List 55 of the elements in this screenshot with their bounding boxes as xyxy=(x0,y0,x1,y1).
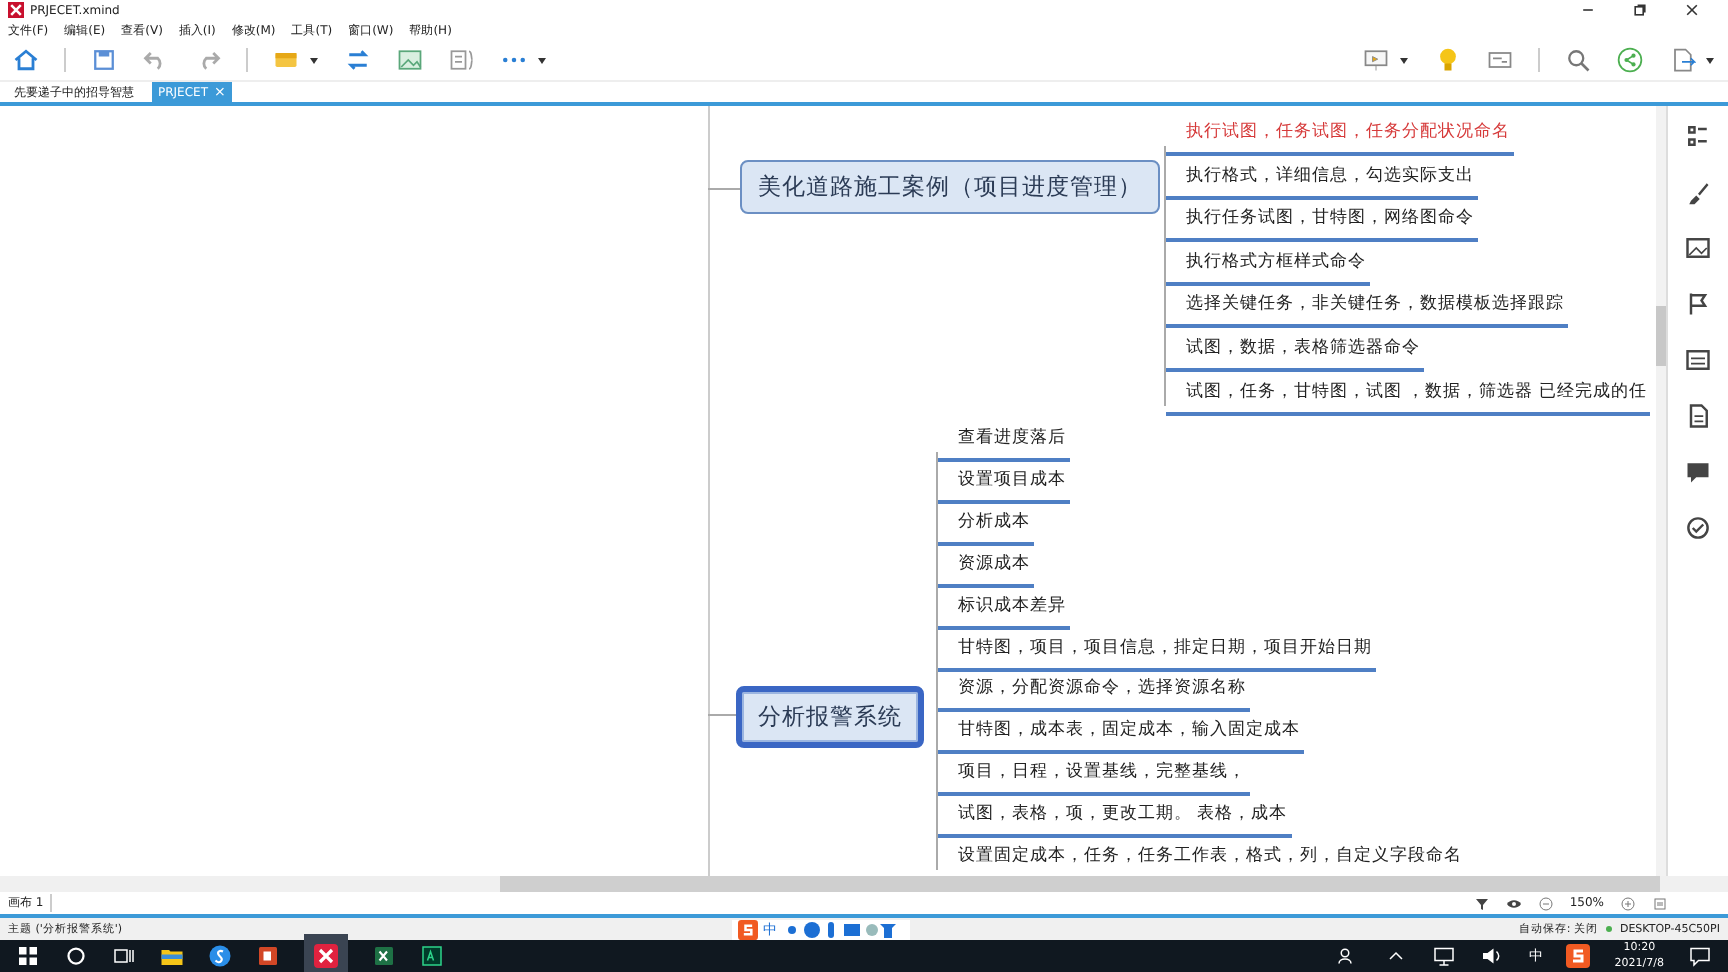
browser-icon[interactable] xyxy=(208,944,232,968)
task-icon[interactable] xyxy=(1684,514,1712,542)
restore-icon[interactable] xyxy=(1632,2,1648,18)
subtopic[interactable]: 试图，任务，甘特图，试图 ，数据，筛选器 已经完成的任 xyxy=(1166,377,1651,416)
eye-icon[interactable] xyxy=(1505,895,1522,911)
flag-icon[interactable] xyxy=(1684,290,1712,318)
spreadsheet-app-icon[interactable] xyxy=(372,944,396,968)
subtopic[interactable]: 甘特图，成本表，固定成本，输入固定成本 xyxy=(938,716,1304,755)
dropdown-caret-icon[interactable] xyxy=(1704,54,1716,66)
subtopic[interactable]: 执行任务试图，甘特图，网络图命令 xyxy=(1166,204,1478,243)
brush-icon[interactable] xyxy=(1684,178,1712,206)
scrollbar-thumb[interactable] xyxy=(1656,306,1666,366)
close-icon[interactable] xyxy=(1684,2,1700,18)
summary-icon[interactable] xyxy=(448,46,476,74)
topic-node[interactable]: 分析报警系统 xyxy=(736,686,924,748)
subtopic[interactable]: 执行试图，任务试图，任务分配状况命名 xyxy=(1166,118,1514,156)
subtopic[interactable]: 分析成本 xyxy=(938,507,1034,546)
subtopic[interactable]: 查看进度落后 xyxy=(938,424,1070,462)
document-icon[interactable] xyxy=(1684,402,1712,430)
list-icon[interactable] xyxy=(1684,122,1712,150)
folder-icon[interactable] xyxy=(160,944,184,968)
subtopic[interactable]: 执行格式，详细信息，勾选实际支出 xyxy=(1166,161,1478,200)
subtopic[interactable]: 项目，日程，设置基线，完整基线， xyxy=(938,758,1250,797)
share-icon[interactable] xyxy=(1616,46,1644,74)
notification-icon[interactable] xyxy=(1688,944,1712,968)
dropdown-caret-icon[interactable] xyxy=(1398,54,1410,66)
dropdown-caret-icon[interactable] xyxy=(308,54,320,66)
zoom-in-icon[interactable] xyxy=(1620,895,1636,911)
subtopic[interactable]: 试图，数据，表格筛选器命令 xyxy=(1166,334,1424,372)
search-icon[interactable] xyxy=(64,944,88,968)
windows-start-icon[interactable] xyxy=(16,944,40,968)
speaker-icon[interactable] xyxy=(1480,944,1505,968)
subtopic[interactable]: 标识成本差异 xyxy=(938,591,1070,630)
topic-node[interactable]: 美化道路施工案例（项目进度管理） xyxy=(740,160,1160,214)
zoom-out-icon[interactable] xyxy=(1537,895,1554,911)
subtopic[interactable]: 试图，表格，项，更改工期。 表格，成本 xyxy=(938,800,1292,839)
export-icon[interactable] xyxy=(1668,46,1696,74)
subtopic[interactable]: 资源成本 xyxy=(938,549,1034,588)
image-icon[interactable] xyxy=(1684,234,1712,262)
subtopic[interactable]: 甘特图，项目，项目信息，排定日期，项目开始日期 xyxy=(938,633,1376,671)
subtopic[interactable]: 资源，分配资源命令，选择资源名称 xyxy=(938,674,1250,713)
relationship-icon[interactable] xyxy=(344,46,372,74)
mind-map-app-icon[interactable] xyxy=(304,934,348,972)
subtopic[interactable]: 执行格式方框样式命令 xyxy=(1166,247,1370,286)
task-view-icon[interactable] xyxy=(112,944,136,968)
save-icon[interactable] xyxy=(90,46,118,74)
ime-logo-icon[interactable] xyxy=(1566,944,1591,968)
home-icon[interactable] xyxy=(12,46,40,74)
presentation-app-icon[interactable] xyxy=(256,944,280,968)
scrollbar-thumb[interactable] xyxy=(500,876,1660,892)
subtopic[interactable]: 设置项目成本 xyxy=(938,465,1070,504)
comment-icon[interactable] xyxy=(1684,458,1712,486)
subtopic[interactable]: 选择关键任务，非关键任务，数据模板选择跟踪 xyxy=(1166,290,1568,329)
dropdown-caret-icon[interactable] xyxy=(536,54,548,66)
outline-icon[interactable] xyxy=(1486,46,1514,74)
